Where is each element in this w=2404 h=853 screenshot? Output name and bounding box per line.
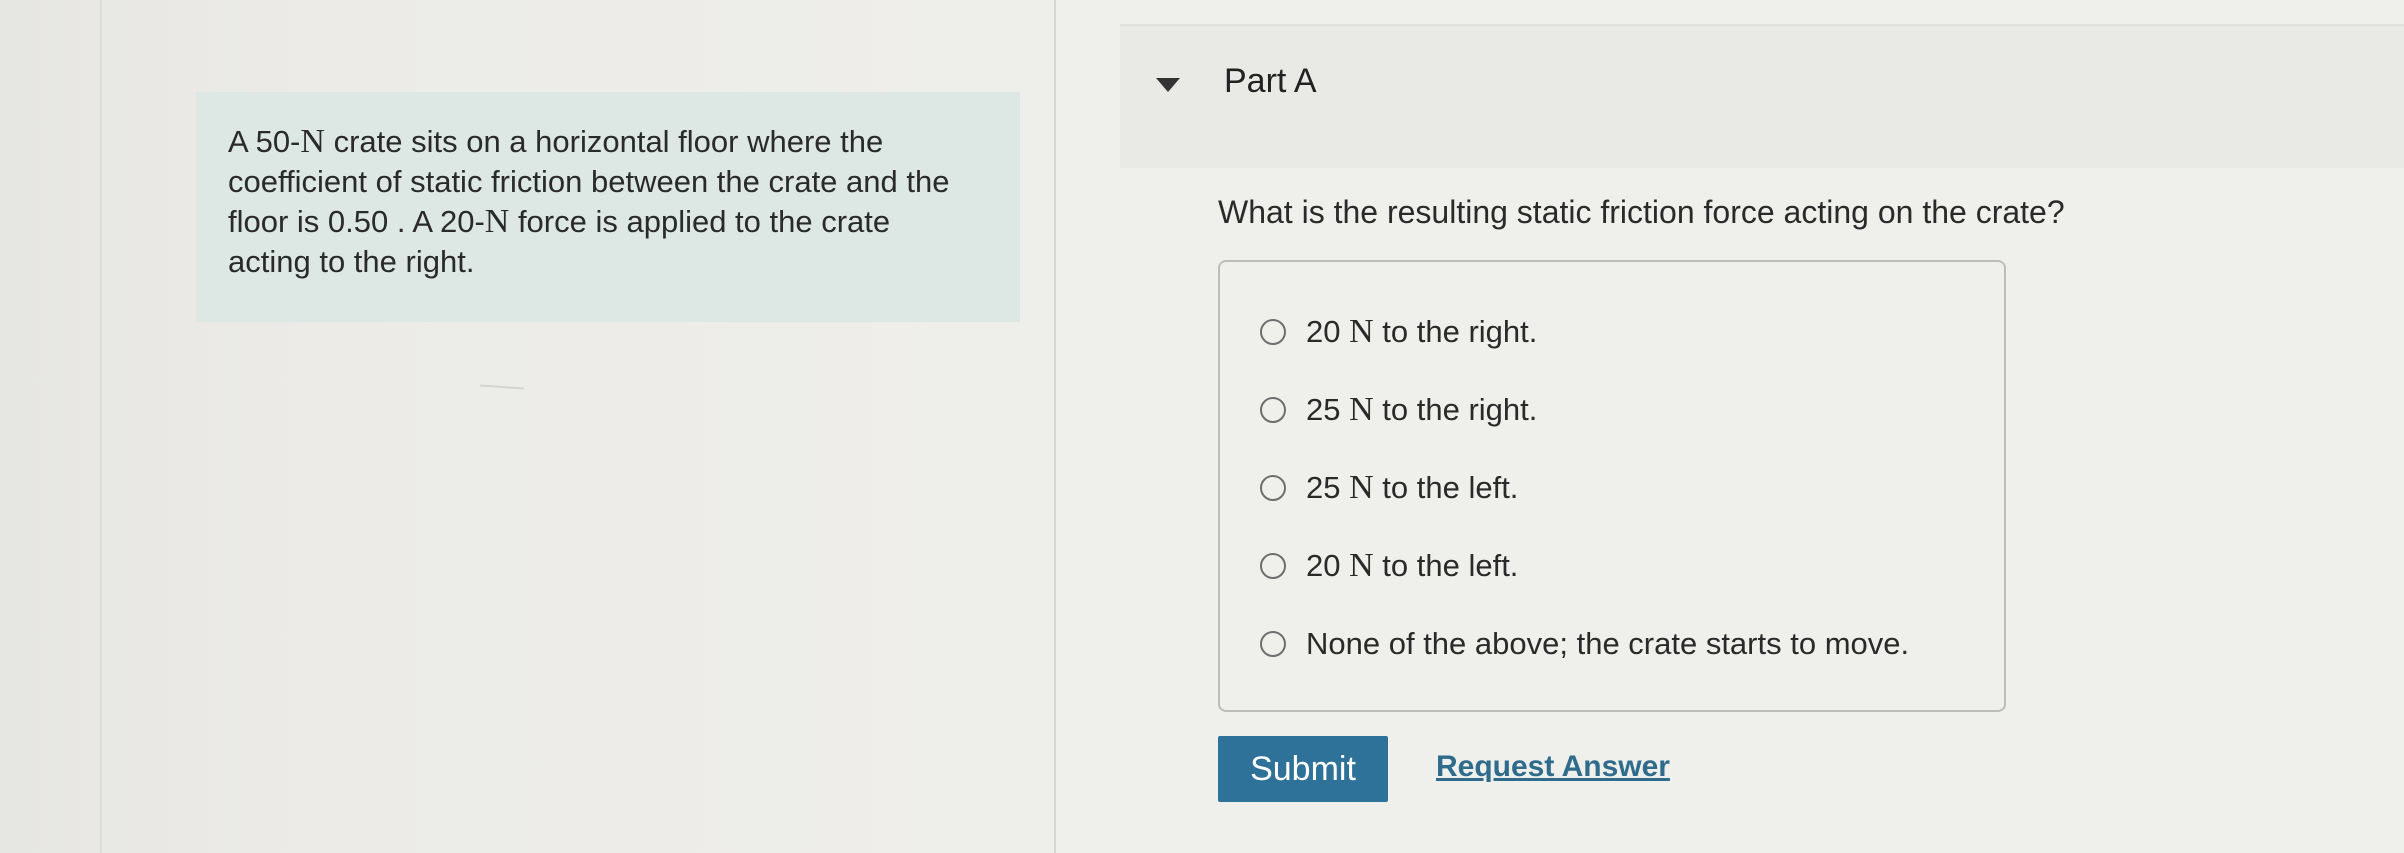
option-unit: N — [1349, 313, 1374, 350]
submit-button[interactable]: Submit — [1218, 736, 1388, 802]
option-value: 25 — [1306, 392, 1350, 427]
option-suffix: to the left. — [1373, 470, 1519, 505]
unit-newton-1: N — [300, 123, 325, 160]
option-label: None of the above; the crate starts to m… — [1306, 625, 1909, 663]
option-5[interactable]: None of the above; the crate starts to m… — [1260, 622, 1909, 666]
problem-text: A 50-N crate sits on a horizontal floor … — [228, 122, 968, 282]
option-suffix: to the left. — [1373, 548, 1519, 583]
option-unit: N — [1349, 469, 1374, 506]
radio-button[interactable] — [1260, 553, 1286, 579]
option-label: 25 N to the right. — [1306, 391, 1537, 429]
problem-statement-box: A 50-N crate sits on a horizontal floor … — [196, 92, 1020, 322]
option-suffix: None of the above; the crate starts to m… — [1306, 626, 1910, 661]
radio-button[interactable] — [1260, 319, 1286, 345]
option-suffix: to the right. — [1373, 314, 1538, 349]
option-unit: N — [1349, 547, 1374, 584]
option-2[interactable]: 25 N to the right. — [1260, 388, 1537, 432]
caret-down-icon[interactable] — [1154, 76, 1182, 94]
radio-button[interactable] — [1260, 631, 1286, 657]
answer-options-box: 20 N to the right. 25 N to the right. 25… — [1218, 260, 2006, 712]
option-value: 25 — [1306, 470, 1350, 505]
option-suffix: to the right. — [1373, 392, 1538, 427]
option-value: 20 — [1306, 314, 1350, 349]
option-3[interactable]: 25 N to the left. — [1260, 466, 1518, 510]
option-label: 25 N to the left. — [1306, 469, 1518, 507]
option-1[interactable]: 20 N to the right. — [1260, 310, 1537, 354]
option-label: 20 N to the left. — [1306, 547, 1518, 585]
radio-button[interactable] — [1260, 397, 1286, 423]
question-text: What is the resulting static friction fo… — [1218, 194, 2065, 230]
problem-text-part-1: A 50- — [228, 124, 301, 159]
request-answer-link[interactable]: Request Answer — [1436, 750, 1670, 784]
unit-newton-2: N — [484, 203, 510, 240]
option-unit: N — [1349, 391, 1374, 428]
radio-button[interactable] — [1260, 475, 1286, 501]
part-title: Part A — [1224, 62, 1317, 100]
option-label: 20 N to the right. — [1306, 313, 1537, 351]
option-value: 20 — [1306, 548, 1350, 583]
left-edge-divider — [100, 0, 102, 853]
option-4[interactable]: 20 N to the left. — [1260, 544, 1518, 588]
